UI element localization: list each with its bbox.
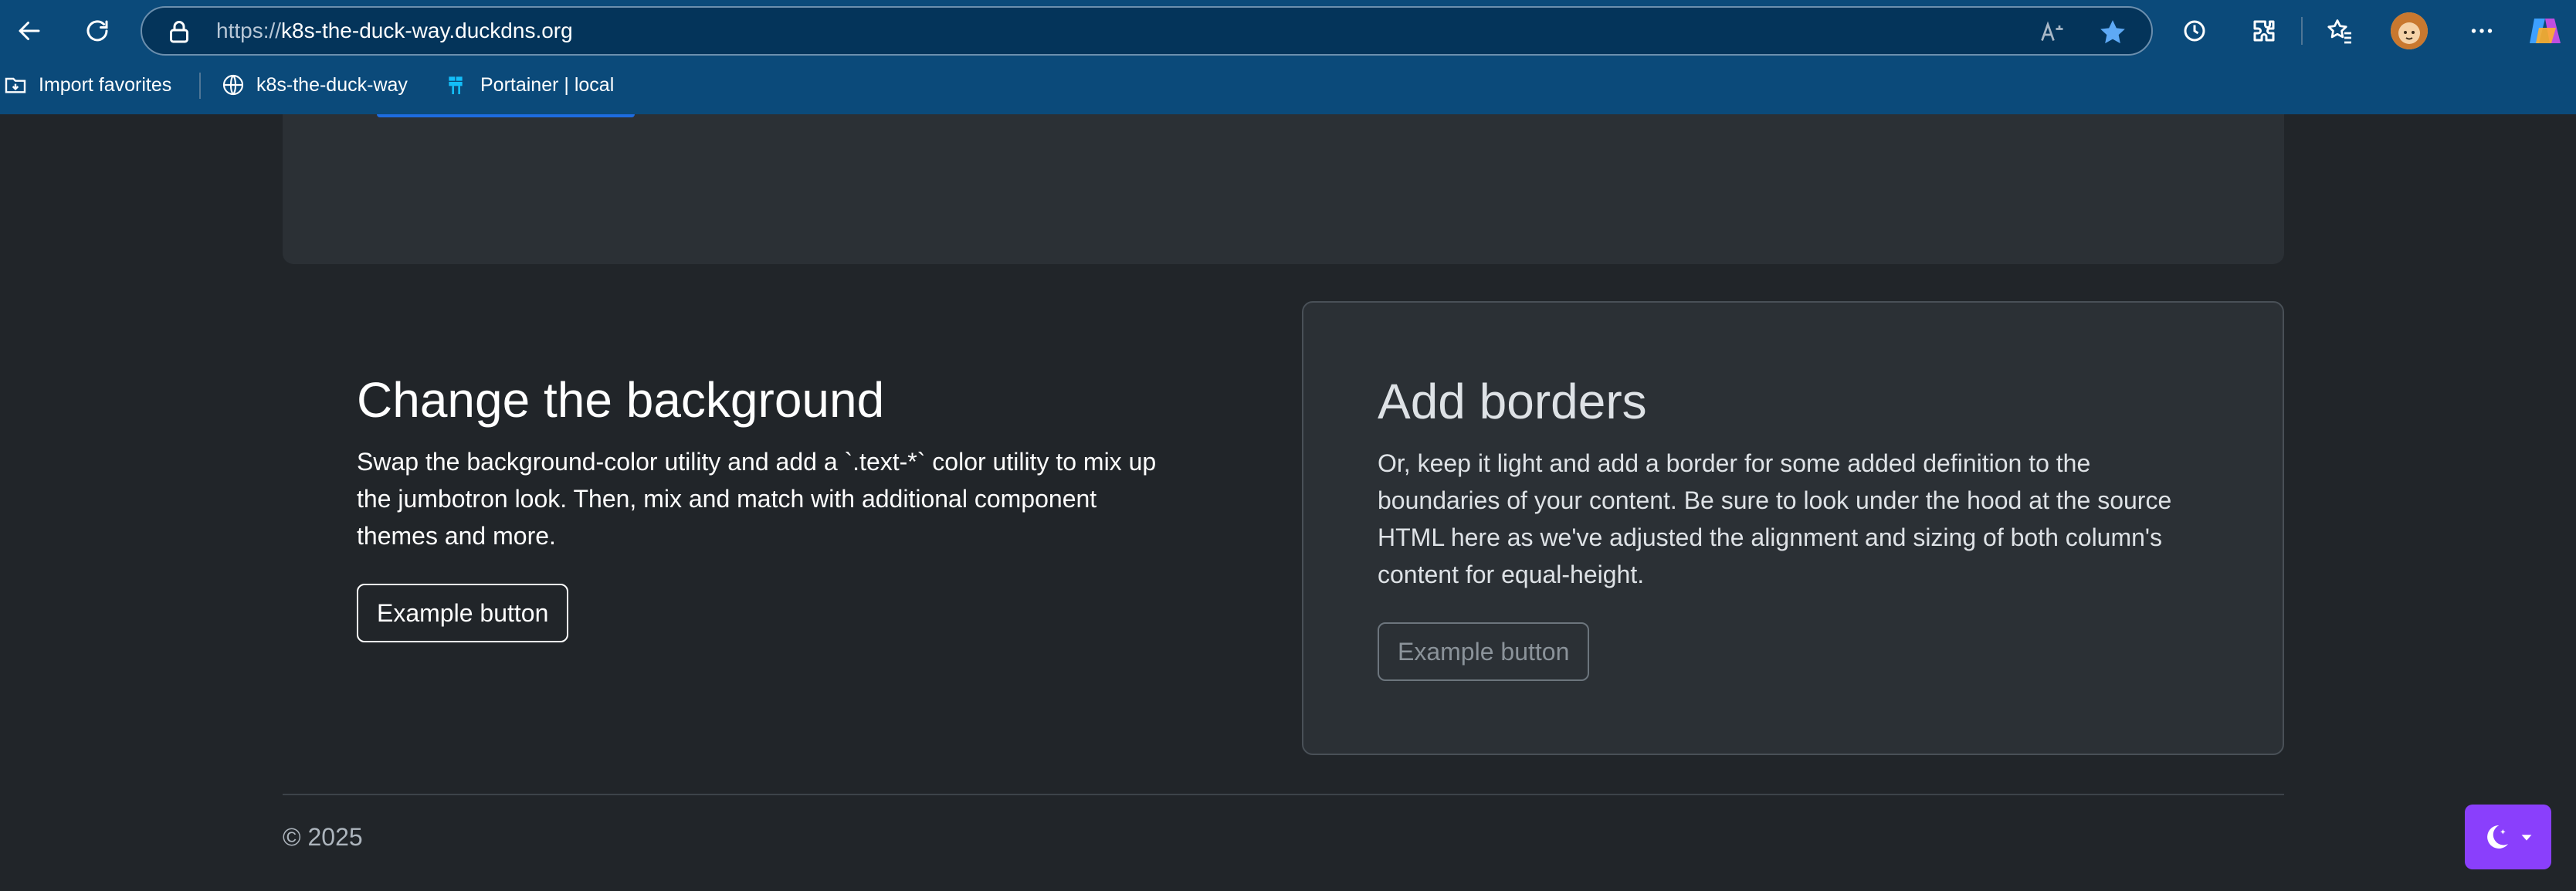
change-background-title: Change the background	[357, 372, 885, 428]
profile-avatar[interactable]	[2391, 12, 2428, 49]
moon-stars-icon	[2487, 825, 2508, 849]
focus-underline	[377, 114, 635, 117]
chevron-down-icon	[2521, 835, 2532, 841]
add-borders-column: Add borders Or, keep it light and add a …	[1302, 301, 2284, 755]
example-button-secondary[interactable]: Example button	[1378, 622, 1590, 681]
lock-icon	[170, 21, 188, 43]
favorites-icon	[2327, 19, 2351, 44]
browser-toolbar: https://k8s-the-duck-way.duckdns.org	[0, 0, 2576, 62]
extensions-icon	[2253, 20, 2275, 42]
browser-chrome: https://k8s-the-duck-way.duckdns.org Imp…	[0, 0, 2576, 114]
tracking-icon	[2184, 20, 2205, 42]
favorite-star-icon[interactable]	[2097, 17, 2128, 48]
back-icon	[19, 22, 40, 40]
favorites-button[interactable]	[2320, 11, 2360, 51]
copilot-icon[interactable]	[2527, 12, 2564, 49]
bookmark-label: k8s-the-duck-way	[256, 73, 408, 96]
bookmark-label: Portainer | local	[480, 73, 615, 96]
bookmarks-bar: Import favorites k8s-the-duck-way Portai…	[0, 62, 2576, 110]
add-borders-text: Or, keep it light and add a border for s…	[1378, 449, 2172, 588]
bookmark-k8s-the-duck-way[interactable]: k8s-the-duck-way	[221, 68, 408, 102]
avatar-icon	[2391, 12, 2428, 49]
portainer-icon	[449, 76, 463, 94]
back-button[interactable]	[9, 11, 49, 51]
read-aloud-icon[interactable]	[2039, 19, 2066, 46]
more-icon	[2471, 29, 2493, 33]
url-text[interactable]: https://k8s-the-duck-way.duckdns.org	[216, 8, 573, 54]
change-background-text: Swap the background-color utility and ad…	[357, 448, 1157, 550]
refresh-button[interactable]	[77, 11, 117, 51]
extensions-button[interactable]	[2244, 11, 2284, 51]
tracking-prevention-button[interactable]	[2174, 11, 2215, 51]
page-content: Change the background Swap the backgroun…	[0, 114, 2576, 891]
change-background-column: Change the background Swap the backgroun…	[357, 371, 1175, 642]
bookmark-import-favorites[interactable]: Import favorites	[3, 68, 171, 102]
bookmark-portainer[interactable]: Portainer | local	[445, 68, 614, 102]
theme-toggle-button[interactable]	[2465, 805, 2551, 869]
add-borders-title: Add borders	[1378, 374, 1647, 429]
footer-copyright: © 2025	[283, 823, 363, 851]
address-bar[interactable]: https://k8s-the-duck-way.duckdns.org	[141, 6, 2153, 56]
import-icon	[5, 77, 26, 93]
globe-icon	[222, 74, 244, 96]
example-button-light[interactable]: Example button	[357, 584, 569, 642]
refresh-icon	[86, 20, 108, 42]
more-button[interactable]	[2462, 11, 2502, 51]
jumbotron-card	[283, 114, 2284, 264]
footer-divider	[283, 794, 2284, 795]
bookmark-label: Import favorites	[39, 73, 172, 96]
toolbar-separator	[2301, 17, 2303, 45]
bookmarks-separator	[199, 73, 201, 99]
